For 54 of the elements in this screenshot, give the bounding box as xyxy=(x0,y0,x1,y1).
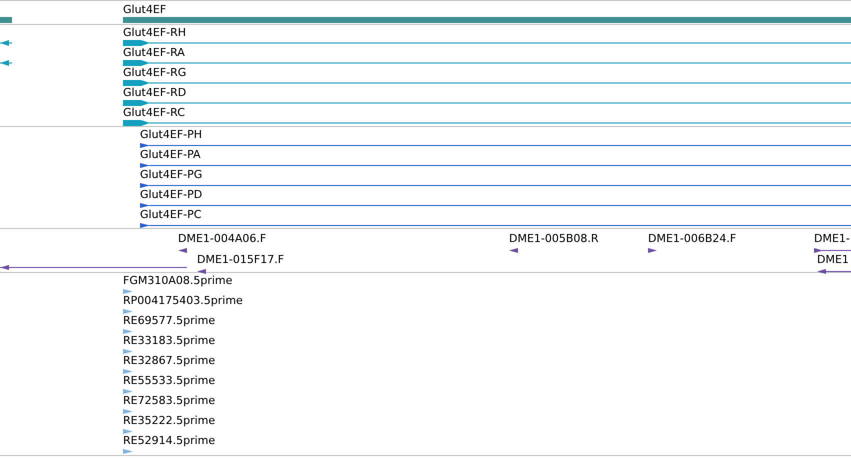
clone-end-label: DME1 xyxy=(817,253,849,266)
protein-glyph[interactable] xyxy=(140,182,851,188)
clone-end-glyph[interactable] xyxy=(197,269,206,274)
transcript-glyph[interactable] xyxy=(123,120,851,126)
protein-glyph[interactable] xyxy=(140,162,851,168)
read-label: RE35222.5prime xyxy=(123,414,216,428)
protein-glyph[interactable] xyxy=(140,142,851,148)
read-label: RE32867.5prime xyxy=(123,354,216,368)
read-label: FGM310A08.5prime xyxy=(123,274,232,288)
transcript-label: Glut4EF-RA xyxy=(123,46,185,60)
clone-end-glyph[interactable] xyxy=(648,248,657,253)
read-arrow-icon[interactable] xyxy=(123,368,133,374)
read-arrow-icon[interactable] xyxy=(123,288,133,294)
read-arrow-icon[interactable] xyxy=(123,388,133,394)
read-arrow-icon[interactable] xyxy=(123,408,133,414)
read-label: RP004175403.5prime xyxy=(123,294,243,308)
transcript-glyph[interactable] xyxy=(123,100,851,106)
clone-end-glyph[interactable] xyxy=(814,248,851,253)
clone-end-glyph[interactable] xyxy=(509,248,518,253)
read-arrow-icon[interactable] xyxy=(123,328,133,334)
read-label: RE69577.5prime xyxy=(123,314,216,328)
transcript-label: Glut4EF-RC xyxy=(123,106,185,120)
alignment-glyph[interactable] xyxy=(0,265,187,270)
protein-label: Glut4EF-PC xyxy=(140,208,202,222)
transcript-glyph[interactable] xyxy=(123,40,851,46)
protein-glyph[interactable] xyxy=(140,222,851,228)
transcript-label: Glut4EF-RD xyxy=(123,86,186,100)
clone-end-label: DME1-004A06.F xyxy=(178,232,266,245)
protein-label: Glut4EF-PH xyxy=(140,128,202,142)
clone-end-label: DME1-006B24.F xyxy=(648,232,736,245)
read-arrow-icon[interactable] xyxy=(123,428,133,434)
transcript-label: Glut4EF-RH xyxy=(123,26,186,40)
protein-label: Glut4EF-PA xyxy=(140,148,201,162)
read-arrow-icon[interactable] xyxy=(123,448,133,454)
read-label: RE72583.5prime xyxy=(123,394,216,408)
protein-label: Glut4EF-PD xyxy=(140,188,202,202)
transcript-glyph[interactable] xyxy=(123,60,851,66)
transcript-fragment-glyph[interactable] xyxy=(0,60,12,66)
protein-glyph[interactable] xyxy=(140,202,851,208)
read-arrow-icon[interactable] xyxy=(123,308,133,314)
read-arrow-icon[interactable] xyxy=(123,348,133,354)
read-label: RE55533.5prime xyxy=(123,374,216,388)
transcript-fragment-glyph[interactable] xyxy=(0,40,12,46)
clone-end-label: DME1-005B08.R xyxy=(509,232,599,245)
clone-end-glyph[interactable] xyxy=(817,269,851,274)
gene-label: Glut4EF xyxy=(123,3,166,17)
clone-end-label: DME1- xyxy=(814,232,850,245)
clone-end-glyph[interactable] xyxy=(178,248,187,253)
transcript-glyph[interactable] xyxy=(123,80,851,86)
protein-label: Glut4EF-PG xyxy=(140,168,202,182)
clone-end-label: DME1-015F17.F xyxy=(197,253,284,266)
read-label: RE33183.5prime xyxy=(123,334,216,348)
read-label: RE52914.5prime xyxy=(123,434,216,448)
transcript-label: Glut4EF-RG xyxy=(123,66,186,80)
